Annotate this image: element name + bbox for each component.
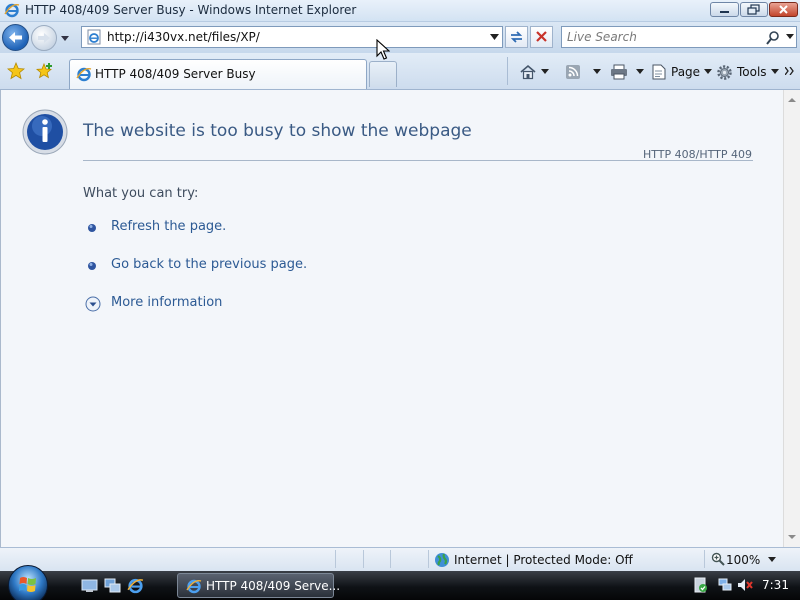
more-information-link[interactable]: More information — [111, 295, 222, 310]
tab-active[interactable]: HTTP 408/409 Server Busy — [69, 59, 367, 89]
status-divider — [390, 550, 391, 568]
ie-taskbar-icon — [186, 579, 202, 594]
bullet-icon — [88, 224, 96, 232]
switch-windows-icon[interactable] — [104, 577, 121, 594]
status-divider — [704, 550, 705, 568]
printer-icon — [611, 64, 627, 80]
add-favorites-icon[interactable] — [36, 62, 56, 80]
ie-logo-icon — [4, 3, 20, 18]
home-dropdown-icon[interactable] — [541, 69, 549, 75]
toolbar-divider — [507, 57, 508, 85]
tab-label: HTTP 408/409 Server Busy — [95, 67, 256, 81]
home-icon — [520, 64, 536, 80]
tools-dropdown-icon — [770, 69, 779, 74]
stop-button[interactable] — [530, 26, 553, 48]
address-bar[interactable] — [81, 26, 503, 48]
address-input[interactable] — [107, 30, 477, 44]
refresh-link[interactable]: Refresh the page. — [111, 219, 226, 234]
back-arrow-icon — [9, 32, 22, 43]
internet-explorer-icon[interactable] — [127, 577, 144, 594]
page-content: The website is too busy to show the webp… — [0, 90, 783, 547]
minimize-icon — [720, 11, 729, 13]
scroll-down-arrow-icon[interactable] — [784, 529, 800, 545]
close-icon — [779, 5, 788, 14]
search-input[interactable] — [567, 30, 757, 44]
search-box[interactable] — [561, 26, 797, 48]
title-bar: HTTP 408/409 Server Busy - Windows Inter… — [0, 0, 800, 22]
taskbar: HTTP 408/409 Serve... 7:31 — [0, 565, 800, 600]
volume-muted-icon[interactable] — [737, 577, 753, 593]
navigation-bar — [0, 22, 800, 53]
status-bar: Internet | Protected Mode: Off 100% — [0, 547, 800, 571]
mouse-cursor-icon — [376, 39, 390, 60]
windows-logo-icon — [19, 577, 36, 592]
zoom-icon[interactable] — [711, 552, 725, 566]
new-tab-button[interactable] — [369, 61, 397, 87]
page-menu-label: Page — [671, 65, 701, 79]
vertical-scrollbar[interactable] — [783, 90, 800, 547]
home-button[interactable] — [519, 62, 549, 82]
back-button[interactable] — [2, 24, 29, 51]
tray-security-icon[interactable] — [692, 577, 708, 593]
address-dropdown-icon[interactable] — [490, 33, 499, 41]
zoom-level[interactable]: 100% — [726, 553, 760, 567]
page-icon — [87, 29, 101, 45]
print-button[interactable] — [610, 62, 644, 82]
start-button[interactable] — [8, 565, 48, 600]
page-title: The website is too busy to show the webp… — [83, 121, 472, 141]
favorites-star-icon[interactable] — [7, 62, 25, 80]
restore-icon — [747, 4, 760, 15]
show-desktop-icon[interactable] — [81, 577, 98, 594]
go-back-link[interactable]: Go back to the previous page. — [111, 257, 307, 272]
maximize-button[interactable] — [740, 2, 768, 17]
heading-divider — [83, 160, 753, 161]
page-menu-icon — [652, 64, 666, 80]
status-divider — [335, 550, 336, 568]
security-zone-label[interactable]: Internet | Protected Mode: Off — [454, 553, 633, 567]
toolbar-overflow-icon[interactable] — [785, 67, 795, 75]
tab-command-bar: HTTP 408/409 Server Busy Page Tools — [0, 53, 800, 90]
ie-page-icon — [76, 67, 92, 82]
what-you-can-try-label: What you can try: — [83, 186, 199, 201]
taskbar-window-button[interactable]: HTTP 408/409 Serve... — [177, 573, 340, 598]
clock[interactable]: 7:31 — [762, 578, 789, 592]
recent-pages-dropdown-icon[interactable] — [60, 33, 70, 43]
search-icon[interactable] — [765, 30, 781, 46]
status-divider — [428, 550, 429, 568]
window-title: HTTP 408/409 Server Busy - Windows Inter… — [25, 3, 357, 17]
internet-zone-globe-icon[interactable] — [434, 552, 450, 568]
refresh-icon — [510, 31, 523, 43]
expand-chevron-icon[interactable] — [85, 296, 101, 312]
info-icon — [22, 109, 68, 155]
print-dropdown-icon[interactable] — [636, 69, 644, 75]
taskbar-window-label: HTTP 408/409 Serve... — [206, 579, 341, 593]
forward-arrow-icon — [38, 33, 50, 43]
zoom-dropdown-icon[interactable] — [768, 557, 776, 563]
scroll-up-arrow-icon[interactable] — [784, 92, 800, 108]
feeds-dropdown-icon[interactable] — [593, 69, 601, 75]
refresh-button[interactable] — [505, 26, 528, 48]
page-dropdown-icon — [704, 69, 713, 74]
close-button[interactable] — [769, 2, 798, 17]
stop-icon — [536, 31, 547, 42]
minimize-button[interactable] — [710, 2, 739, 17]
forward-button[interactable] — [31, 25, 57, 51]
status-divider — [363, 550, 364, 568]
network-icon[interactable] — [717, 577, 733, 593]
tools-menu-label: Tools — [737, 65, 767, 79]
tools-menu-button[interactable]: Tools — [716, 62, 779, 82]
feeds-button[interactable] — [565, 62, 601, 82]
page-menu-button[interactable]: Page — [651, 62, 713, 82]
bullet-icon — [88, 262, 96, 270]
gear-icon — [717, 64, 732, 80]
rss-feed-icon — [566, 65, 580, 79]
search-dropdown-icon[interactable] — [786, 34, 794, 40]
screen: HTTP 408/409 Server Busy - Windows Inter… — [0, 0, 800, 600]
